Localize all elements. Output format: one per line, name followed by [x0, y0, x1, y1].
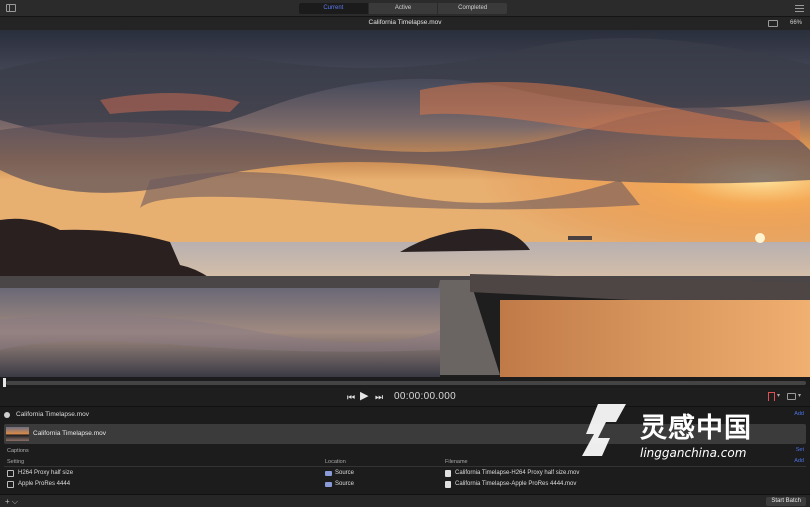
- watermark-logo-icon: [582, 404, 626, 456]
- tab-active[interactable]: Active: [369, 3, 439, 14]
- column-setting: Setting: [7, 459, 25, 465]
- chevron-down-icon[interactable]: ▾: [798, 392, 801, 399]
- location-cell[interactable]: Source: [335, 481, 354, 487]
- play-icon[interactable]: ▶: [360, 391, 368, 402]
- setting-icon: [7, 481, 14, 488]
- scrubber-track[interactable]: [6, 381, 806, 385]
- playhead[interactable]: [3, 378, 6, 387]
- column-filename: Filename: [445, 459, 468, 465]
- column-location: Location: [325, 459, 346, 465]
- captions-set-button[interactable]: Set: [796, 447, 804, 453]
- table-row[interactable]: H264 Proxy half size Source California T…: [4, 468, 806, 479]
- file-title: California Timelapse.mov: [368, 19, 442, 26]
- previous-frame-icon[interactable]: ⏮: [347, 392, 355, 402]
- sidebar-icon[interactable]: [6, 4, 16, 12]
- batch-status-icon: [4, 412, 10, 418]
- captions-label: Captions: [7, 448, 29, 454]
- watermark-chinese-text: 灵感中国: [640, 413, 752, 444]
- file-icon: [445, 470, 451, 477]
- top-toolbar: Current Active Completed: [0, 0, 810, 17]
- setting-icon: [7, 470, 14, 477]
- inspector-icon[interactable]: [795, 4, 804, 13]
- chevron-down-icon[interactable]: ▾: [777, 392, 780, 399]
- bottom-bar: + ⌵ Start Batch: [0, 494, 810, 507]
- captions-icon[interactable]: [787, 393, 796, 400]
- view-segmented-control: Current Active Completed: [299, 3, 507, 14]
- setting-cell: H264 Proxy half size: [18, 470, 74, 476]
- watermark: 灵感中国 lingganchina.com: [576, 400, 776, 468]
- timecode-display[interactable]: 00:00:00.000: [394, 391, 456, 402]
- batch-title: California Timelapse.mov: [16, 411, 89, 418]
- add-output-button[interactable]: Add: [794, 458, 804, 464]
- timeline-scrubber[interactable]: [0, 377, 810, 388]
- file-icon: [445, 481, 451, 488]
- video-viewer: [0, 30, 810, 377]
- tab-completed[interactable]: Completed: [438, 3, 507, 14]
- job-name: California Timelapse.mov: [33, 430, 106, 437]
- zoom-level[interactable]: 66%: [790, 20, 802, 26]
- batch-add-button[interactable]: Add: [794, 411, 804, 417]
- filename-cell[interactable]: California Timelapse-Apple ProRes 4444.m…: [455, 481, 576, 487]
- viewer-title-bar: California Timelapse.mov 66%: [0, 17, 810, 30]
- view-options-icon[interactable]: [768, 20, 778, 27]
- start-batch-button[interactable]: Start Batch: [766, 497, 806, 506]
- folder-icon: [325, 471, 332, 476]
- tab-current[interactable]: Current: [299, 3, 369, 14]
- table-row[interactable]: Apple ProRes 4444 Source California Time…: [4, 479, 806, 490]
- next-frame-icon[interactable]: ⏭: [375, 392, 383, 402]
- location-cell[interactable]: Source: [335, 470, 354, 476]
- job-thumbnail: [6, 427, 29, 441]
- watermark-domain-text: lingganchina.com: [640, 446, 747, 460]
- add-menu-button[interactable]: + ⌵: [5, 497, 18, 507]
- filename-cell[interactable]: California Timelapse-H264 Proxy half siz…: [455, 470, 579, 476]
- sunset-video-frame: [0, 30, 810, 377]
- setting-cell: Apple ProRes 4444: [18, 481, 71, 487]
- folder-icon: [325, 482, 332, 487]
